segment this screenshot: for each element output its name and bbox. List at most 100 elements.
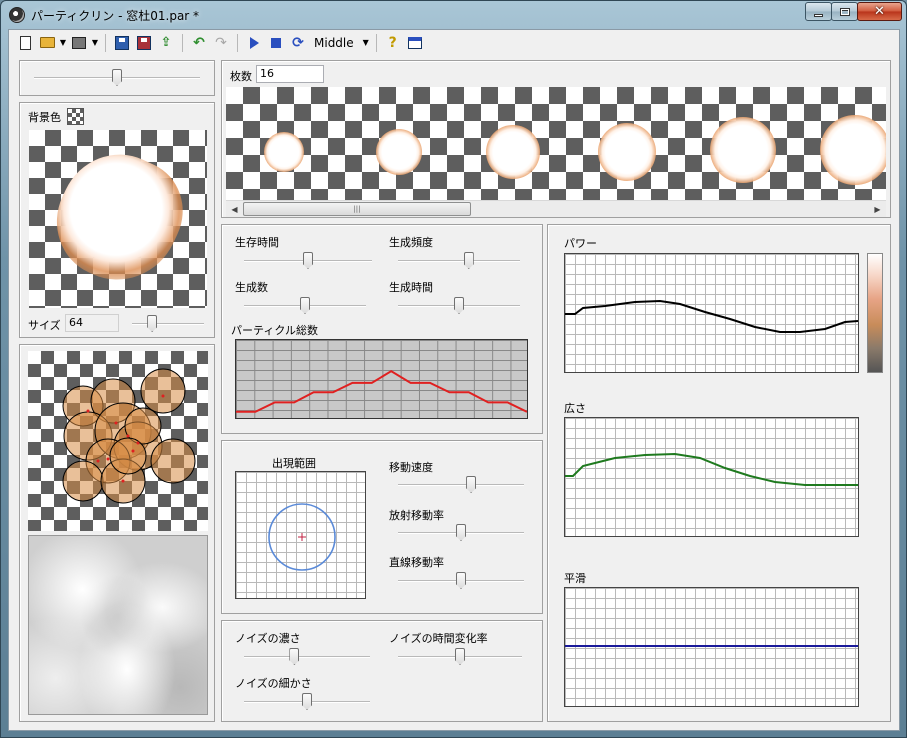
play-button[interactable] xyxy=(244,33,264,53)
frame-count-field[interactable]: 16 xyxy=(256,65,324,83)
particle-preview-image xyxy=(38,135,200,300)
slider-thumb[interactable] xyxy=(303,252,313,269)
new-button[interactable] xyxy=(15,33,35,53)
frame-4 xyxy=(598,123,656,181)
redo-button[interactable]: ↷ xyxy=(211,33,231,53)
save-button[interactable] xyxy=(112,33,132,53)
speed-select[interactable]: Middle xyxy=(310,33,360,53)
slider-thumb[interactable] xyxy=(300,297,310,314)
bg-color-label: 背景色 xyxy=(28,111,61,124)
undo-button[interactable]: ↶ xyxy=(189,33,209,53)
save-as-icon xyxy=(137,35,151,50)
spread-label: 広さ xyxy=(564,402,586,415)
scroll-right-icon[interactable]: ▶ xyxy=(869,201,886,217)
curves-panel: パワー 広さ 平滑 xyxy=(547,224,891,722)
loop-icon: ⟳ xyxy=(292,34,304,51)
slider-thumb[interactable] xyxy=(454,297,464,314)
count-slider[interactable] xyxy=(244,296,366,316)
duration-slider[interactable] xyxy=(398,296,520,316)
smooth-label: 平滑 xyxy=(564,572,586,585)
power-curve[interactable] xyxy=(565,299,858,333)
open-dropdown[interactable]: ▼ xyxy=(59,33,67,53)
window-title: パーティクリン - 窓杜01.par * xyxy=(31,9,200,23)
upload-button[interactable]: ⇪ xyxy=(156,33,176,53)
save-as-button[interactable] xyxy=(134,33,154,53)
noise-panel: ノイズの濃さ ノイズの時間変化率 ノイズの細かさ xyxy=(221,620,543,722)
slider-thumb[interactable] xyxy=(289,648,300,665)
slider-thumb[interactable] xyxy=(466,476,477,493)
maximize-icon xyxy=(839,7,850,16)
close-button[interactable]: ✕ xyxy=(857,2,902,21)
help-button[interactable]: ? xyxy=(383,33,403,53)
slider-thumb[interactable] xyxy=(302,693,312,710)
title-bar[interactable]: パーティクリン - 窓杜01.par * ✕ xyxy=(1,1,906,29)
frame-3 xyxy=(486,125,540,179)
emission-panel: 生存時間 生成頻度 生成数 生成時間 パーティクル総数 xyxy=(221,224,543,434)
linear-label: 直線移動率 xyxy=(389,556,444,569)
range-editor[interactable] xyxy=(235,471,366,599)
size-slider[interactable] xyxy=(132,314,204,334)
duration-label: 生成時間 xyxy=(389,281,433,294)
count-label: 生成数 xyxy=(235,281,268,294)
linear-slider[interactable] xyxy=(398,571,524,591)
range-label: 出現範囲 xyxy=(272,457,316,470)
slider-thumb[interactable] xyxy=(455,648,465,665)
spread-curve[interactable] xyxy=(565,452,858,486)
noise-density-label: ノイズの濃さ xyxy=(235,632,301,645)
preview-panel: 背景色 サイズ 64 xyxy=(19,102,215,338)
noise-time-rate-slider[interactable] xyxy=(398,647,522,667)
app-icon[interactable] xyxy=(9,7,25,23)
speed-dropdown[interactable]: ▼ xyxy=(362,33,370,53)
noise-density-slider[interactable] xyxy=(244,647,370,667)
stop-button[interactable] xyxy=(266,33,286,53)
total-chart[interactable] xyxy=(235,339,528,419)
frame-strip-canvas xyxy=(226,87,886,200)
spread-curve-editor[interactable] xyxy=(564,417,859,537)
slider-thumb[interactable] xyxy=(112,69,122,86)
frame-1 xyxy=(264,132,304,172)
export-dropdown[interactable]: ▼ xyxy=(91,33,99,53)
upload-icon: ⇪ xyxy=(160,35,172,50)
export-icon xyxy=(72,36,86,49)
total-line xyxy=(236,370,527,413)
radial-slider[interactable] xyxy=(398,523,524,543)
noise-fineness-slider[interactable] xyxy=(244,692,370,712)
smooth-curve-editor[interactable] xyxy=(564,587,859,707)
size-field[interactable]: 64 xyxy=(65,314,119,332)
open-folder-icon xyxy=(39,37,55,48)
scroll-left-icon[interactable]: ◀ xyxy=(226,201,243,217)
lifetime-slider[interactable] xyxy=(244,251,372,271)
close-icon: ✕ xyxy=(874,4,885,19)
export-button[interactable] xyxy=(69,33,89,53)
toolbar-separator xyxy=(375,33,377,52)
stop-icon xyxy=(271,37,281,48)
maximize-button[interactable] xyxy=(831,2,858,21)
minimize-button[interactable] xyxy=(805,2,832,21)
top-slider[interactable] xyxy=(34,68,200,88)
speed-slider[interactable] xyxy=(398,475,524,495)
color-gradient-strip[interactable] xyxy=(867,253,883,373)
particle-preview-canvas xyxy=(29,130,207,308)
undo-icon: ↶ xyxy=(193,34,205,51)
slider-thumb[interactable] xyxy=(463,252,474,269)
toolbar: ▼ ▼ ⇪ ↶ ↷ ⟳ Middle ▼ ? xyxy=(9,30,899,55)
bg-color-swatch[interactable] xyxy=(67,108,84,125)
size-label: サイズ xyxy=(28,319,61,332)
minimize-icon xyxy=(814,14,823,17)
scroll-thumb[interactable]: ||| xyxy=(243,202,471,216)
frequency-slider[interactable] xyxy=(398,251,520,271)
slider-thumb[interactable] xyxy=(147,315,158,332)
frame-strip-scrollbar[interactable]: ◀ ||| ▶ xyxy=(226,200,886,217)
slider-thumb[interactable] xyxy=(456,572,466,589)
slider-thumb[interactable] xyxy=(456,524,466,541)
toolbar-separator xyxy=(105,33,106,52)
redo-icon: ↷ xyxy=(215,34,227,51)
app-window: パーティクリン - 窓杜01.par * ✕ ▼ ▼ ⇪ ↶ ↷ ⟳ Middl… xyxy=(0,0,907,738)
window-button[interactable] xyxy=(405,33,425,53)
loop-button[interactable]: ⟳ xyxy=(288,33,308,53)
noise-fineness-label: ノイズの細かさ xyxy=(235,677,312,690)
toolbar-separator xyxy=(182,33,183,52)
noise-texture-preview xyxy=(28,535,208,715)
power-curve-editor[interactable] xyxy=(564,253,859,373)
open-button[interactable] xyxy=(37,33,57,53)
